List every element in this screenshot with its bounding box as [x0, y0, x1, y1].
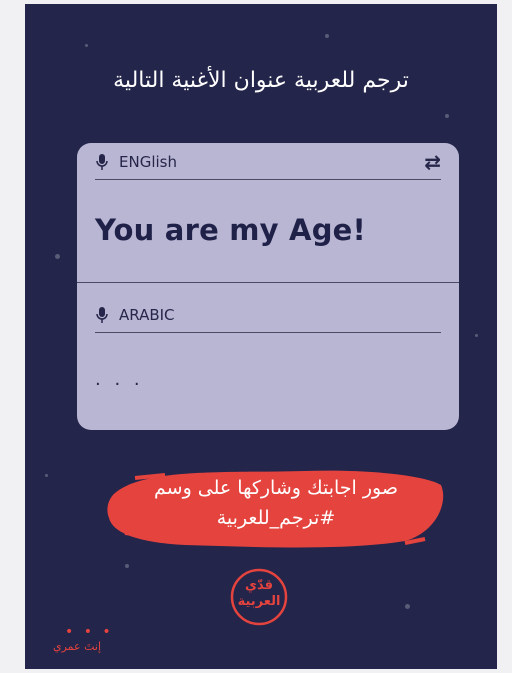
microphone-icon	[96, 307, 108, 323]
speck	[45, 474, 48, 477]
target-text-placeholder: . . .	[95, 369, 144, 390]
divider	[77, 282, 459, 283]
translator-card: ENGlish ⇄ You are my Age! ARABIC . . .	[77, 143, 459, 430]
footer-title: إنتَ عمري	[53, 640, 102, 653]
headline: ترجم للعربية عنوان الأغنية التالية	[113, 68, 409, 93]
footer-dots: • • •	[65, 624, 114, 640]
speck	[125, 564, 129, 568]
speck	[405, 604, 410, 609]
logo-line-2: العربية	[237, 594, 281, 609]
microphone-icon	[96, 154, 108, 170]
source-text: You are my Age!	[95, 213, 366, 247]
swap-arrows-icon[interactable]: ⇄	[424, 150, 441, 174]
source-language-row[interactable]: ENGlish ⇄	[95, 145, 441, 180]
poster: ترجم للعربية عنوان الأغنية التالية ENGli…	[25, 4, 497, 669]
speck	[325, 34, 329, 38]
cta-hashtag: #ترجم_للعربية	[216, 507, 336, 529]
target-language-label: ARABIC	[119, 306, 175, 324]
speck	[85, 44, 88, 47]
speck	[55, 254, 60, 259]
cta-line-1: صور اجابتك وشاركها على وسم	[154, 477, 398, 499]
brand-logo-text: قدّي العربية	[229, 578, 289, 610]
speck	[445, 114, 449, 118]
target-language-row[interactable]: ARABIC	[95, 298, 441, 333]
call-to-action: صور اجابتك وشاركها على وسم #ترجم_للعربية	[105, 473, 447, 533]
source-language-label: ENGlish	[119, 153, 177, 171]
speck	[475, 334, 478, 337]
logo-line-1: قدّي	[245, 578, 273, 593]
